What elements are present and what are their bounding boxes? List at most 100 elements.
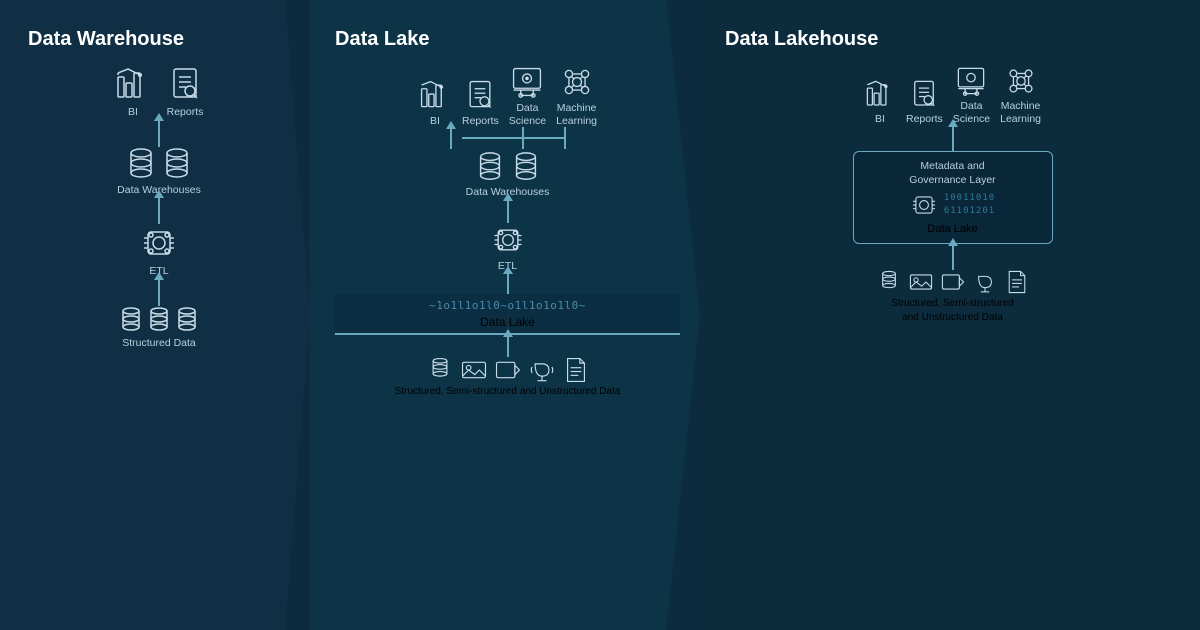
main-container: Data Warehouse BI	[0, 0, 1200, 630]
lh-src-video	[941, 270, 965, 294]
db-icon-1	[127, 147, 155, 181]
db-small-2	[148, 306, 170, 334]
lake-ml-cell: Machine Learning	[556, 65, 597, 127]
lake-reports-label: Reports	[462, 115, 499, 128]
panel-warehouse: Data Warehouse BI	[0, 0, 310, 630]
lake-ds-label: Data Science	[509, 102, 546, 127]
lh-arrow-top	[952, 125, 954, 151]
lh-bi-icon	[864, 78, 896, 110]
lake-src-image	[461, 357, 487, 383]
lake-src-audio	[529, 357, 555, 383]
lh-binary-block: 10011010 61101201	[944, 193, 995, 217]
lake-reports-cell: Reports	[462, 78, 499, 128]
lh-src-audio	[973, 270, 997, 294]
lake-arr-etl	[507, 272, 509, 294]
warehouse-bi-label: BI	[128, 106, 138, 119]
lake-vline-ml	[564, 127, 566, 149]
lake-db2	[512, 151, 540, 183]
lh-etl-binary: 10011010 61101201	[910, 191, 995, 219]
lakehouse-top-icons: BI Reports	[864, 65, 1041, 125]
db-small-1	[120, 306, 142, 334]
lake-diagram: BI Reports	[335, 65, 680, 614]
lh-ml-icon	[1005, 65, 1037, 97]
lake-right-branches	[462, 127, 566, 149]
lake-binary-text: ~1o1l1o1l0~o1l1o1o1l0~	[429, 300, 586, 311]
lh-ds-cell: Data Science	[953, 65, 990, 125]
warehouse-arrow-2	[158, 196, 160, 224]
lh-reports-icon	[908, 78, 940, 110]
lh-ds-icon	[955, 65, 987, 97]
lh-reports-cell: Reports	[906, 78, 943, 126]
lh-bottom-label: Structured, Semi-structuredand Unstructu…	[891, 297, 1013, 325]
lake-datalake-label: Data Lake	[480, 315, 535, 329]
lake-connectors	[335, 127, 680, 149]
lake-dw-node: Data Warehouses	[466, 151, 550, 199]
warehouse-arrow-3	[158, 278, 160, 306]
lake-arr-dw	[507, 199, 509, 223]
lake-src-doc	[563, 357, 589, 383]
lh-src-db	[877, 270, 901, 294]
lh-ml-cell: Machine Learning	[1000, 65, 1041, 125]
lh-bottom-icons	[877, 270, 1029, 294]
lake-etl-node: ETL	[491, 223, 525, 273]
lake-arr-bi	[450, 127, 452, 149]
lake-hline2	[524, 137, 564, 139]
lake-title: Data Lake	[335, 28, 680, 51]
lh-datalake-label: Data Lake	[927, 223, 977, 235]
warehouse-etl-node: ETL	[140, 224, 178, 278]
lh-governance-title: Metadata andGovernance Layer	[909, 160, 995, 187]
lake-db1	[476, 151, 504, 183]
db-icon-2	[163, 147, 191, 181]
lake-ml-icon	[560, 65, 594, 99]
lh-binary-1: 10011010	[944, 193, 995, 205]
lh-etl-icon	[910, 191, 938, 219]
lh-src-doc	[1005, 270, 1029, 294]
warehouse-bi-icon-cell: BI	[114, 65, 152, 119]
warehouse-reports-label: Reports	[167, 106, 204, 119]
warehouse-reports-icon-cell: Reports	[166, 65, 204, 119]
warehouse-title: Data Warehouse	[28, 28, 290, 51]
lh-governance-box: Metadata andGovernance Layer	[853, 151, 1053, 244]
lh-reports-label: Reports	[906, 113, 943, 126]
bi-icon	[114, 65, 152, 103]
warehouse-structured-label: Structured Data	[122, 337, 196, 350]
lake-etl-icon	[491, 223, 525, 257]
lake-vline-ds	[522, 127, 524, 149]
reports-icon	[166, 65, 204, 103]
etl-icon	[140, 224, 178, 262]
warehouse-arrow-1	[158, 119, 160, 147]
lake-ml-label: Machine Learning	[556, 102, 597, 127]
lake-bottom-label: Structured, Semi-structured and Unstruct…	[395, 386, 621, 397]
lh-datalake-row: 10011010 61101201	[864, 191, 1042, 219]
lake-bottom-icons	[427, 357, 589, 383]
lh-binary-2: 61101201	[944, 206, 995, 218]
lake-src-db	[427, 357, 453, 383]
warehouse-structured-node: Structured Data	[120, 306, 198, 350]
lake-ds-cell: Data Science	[509, 65, 546, 127]
lake-ds-icon	[510, 65, 544, 99]
lh-arrow-bottom	[952, 244, 954, 270]
warehouse-diagram: BI Reports	[28, 65, 290, 614]
lake-top-icons: BI Reports	[418, 65, 597, 127]
warehouse-dw-node: Data Warehouses	[117, 147, 201, 197]
db-small-3	[176, 306, 198, 334]
lake-bi-cell: BI	[418, 78, 452, 128]
lh-ml-label: Machine Learning	[1000, 100, 1041, 125]
lake-arr-bottom	[507, 335, 509, 357]
lake-hline	[462, 137, 522, 139]
warehouse-top-icons: BI Reports	[114, 65, 204, 119]
panel-lake: Data Lake BI	[280, 0, 700, 630]
lh-bi-cell: BI	[864, 78, 896, 126]
lake-left-branch	[450, 127, 452, 149]
lake-hbar	[462, 127, 566, 149]
panel-lakehouse: Data Lakehouse BI	[660, 0, 1200, 630]
lake-src-video	[495, 357, 521, 383]
lh-bi-label: BI	[875, 113, 885, 126]
lh-src-image	[909, 270, 933, 294]
lake-bi-label: BI	[430, 115, 440, 128]
lake-bi-icon	[418, 78, 452, 112]
lakehouse-diagram: BI Reports	[725, 65, 1180, 614]
lakehouse-title: Data Lakehouse	[725, 28, 1180, 51]
lh-ds-label: Data Science	[953, 100, 990, 125]
lake-reports-icon	[463, 78, 497, 112]
